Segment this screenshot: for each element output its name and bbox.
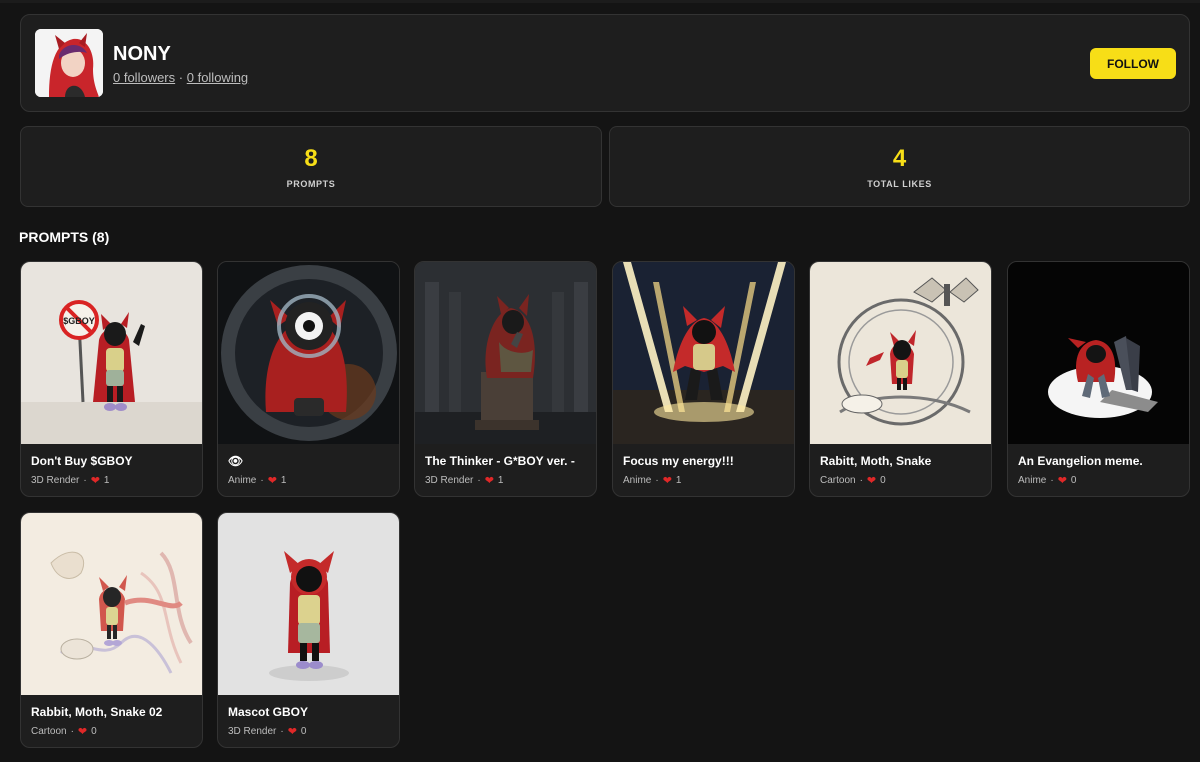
prompt-meta: Cartoon · ❤ 0 <box>31 725 97 738</box>
prompt-card[interactable]: 👁 Anime · ❤ 1 <box>217 261 400 497</box>
followers-link[interactable]: 0 followers <box>113 70 175 85</box>
prompt-meta: Anime · ❤ 0 <box>1018 474 1076 487</box>
heart-icon[interactable]: ❤ <box>268 474 277 487</box>
prompt-category: Anime <box>228 475 257 486</box>
prompt-card[interactable]: $GBOY Don't Buy $GBOY 3D Render · ❤ 1 <box>20 261 203 497</box>
prompt-category: Cartoon <box>31 726 67 737</box>
prompt-thumbnail[interactable] <box>1008 262 1189 444</box>
sign-text: $GBOY <box>63 316 95 326</box>
profile-header: NONY 0 followers · 0 following FOLLOW <box>20 14 1190 112</box>
prompt-thumbnail[interactable] <box>21 513 202 695</box>
prompt-meta: Anime · ❤ 1 <box>623 474 681 487</box>
like-count: 1 <box>103 475 110 486</box>
prompt-title[interactable]: Don't Buy $GBOY <box>31 454 196 468</box>
prompt-title[interactable]: 👁 <box>228 454 393 468</box>
like-count: 1 <box>497 475 504 486</box>
like-count: 0 <box>91 726 97 737</box>
avatar-image <box>35 29 103 97</box>
stat-value: 4 <box>892 145 907 172</box>
stat-value: 8 <box>304 145 318 172</box>
prompt-card[interactable]: Rabitt, Moth, Snake Cartoon · ❤ 0 <box>809 261 992 497</box>
section-title: PROMPTS (8) <box>19 229 110 245</box>
prompt-thumbnail[interactable] <box>415 262 596 444</box>
stat-card-prompts: 8 PROMPTS <box>20 126 602 207</box>
meta-separator: · <box>1050 475 1054 486</box>
meta-separator: · <box>655 475 659 486</box>
prompt-meta: 3D Render · ❤ 1 <box>425 474 503 487</box>
meta-separator: · <box>477 475 481 486</box>
avatar[interactable] <box>35 29 103 97</box>
prompt-category: 3D Render <box>425 475 474 486</box>
stat-card-total-likes: 4 TOTAL LIKES <box>609 126 1190 207</box>
prompt-thumbnail[interactable] <box>218 513 399 695</box>
heart-icon[interactable]: ❤ <box>485 474 494 487</box>
top-divider <box>0 0 1200 3</box>
prompt-card[interactable]: Mascot GBOY 3D Render · ❤ 0 <box>217 512 400 748</box>
profile-name: NONY <box>113 43 171 65</box>
follow-button[interactable]: FOLLOW <box>1090 48 1176 79</box>
like-count: 0 <box>880 475 886 486</box>
like-count: 0 <box>1070 475 1077 486</box>
prompt-card[interactable]: Rabbit, Moth, Snake 02 Cartoon · ❤ 0 <box>20 512 203 748</box>
meta-separator: · <box>260 475 264 486</box>
meta-separator: · <box>70 726 74 737</box>
heart-icon[interactable]: ❤ <box>867 474 876 487</box>
meta-separator: · <box>280 726 284 737</box>
prompt-category: Anime <box>1018 475 1047 486</box>
prompt-title[interactable]: Mascot GBOY <box>228 705 393 719</box>
heart-icon[interactable]: ❤ <box>78 725 87 738</box>
heart-icon[interactable]: ❤ <box>663 474 672 487</box>
prompt-meta: Cartoon · ❤ 0 <box>820 474 886 487</box>
stat-label: TOTAL LIKES <box>867 179 932 189</box>
like-count: 1 <box>280 475 287 486</box>
like-count: 0 <box>300 726 307 737</box>
prompt-category: Cartoon <box>820 475 856 486</box>
meta-separator: · <box>83 475 87 486</box>
prompt-thumbnail[interactable] <box>218 262 399 444</box>
following-link[interactable]: 0 following <box>187 70 248 85</box>
meta-separator: · <box>859 475 863 486</box>
prompt-card[interactable]: Focus my energy!!! Anime · ❤ 1 <box>612 261 795 497</box>
prompt-title[interactable]: Focus my energy!!! <box>623 454 788 468</box>
heart-icon[interactable]: ❤ <box>288 725 297 738</box>
like-count: 1 <box>675 475 682 486</box>
prompt-meta: 3D Render · ❤ 0 <box>228 725 306 738</box>
prompt-category: 3D Render <box>31 475 80 486</box>
stat-label: PROMPTS <box>286 179 336 189</box>
prompt-title[interactable]: An Evangelion meme. <box>1018 454 1183 468</box>
prompt-meta: 3D Render · ❤ 1 <box>31 474 109 487</box>
prompt-title[interactable]: The Thinker - G*BOY ver. - <box>425 454 590 468</box>
prompt-thumbnail[interactable] <box>810 262 991 444</box>
follow-separator: · <box>178 70 184 85</box>
prompt-title[interactable]: Rabitt, Moth, Snake <box>820 454 985 468</box>
prompt-card[interactable]: An Evangelion meme. Anime · ❤ 0 <box>1007 261 1190 497</box>
heart-icon[interactable]: ❤ <box>1058 474 1067 487</box>
prompt-title[interactable]: Rabbit, Moth, Snake 02 <box>31 705 196 719</box>
prompt-thumbnail[interactable]: $GBOY <box>21 262 202 444</box>
follow-stats: 0 followers · 0 following <box>113 70 248 85</box>
prompt-category: Anime <box>623 475 652 486</box>
prompt-thumbnail[interactable] <box>613 262 794 444</box>
heart-icon[interactable]: ❤ <box>91 474 100 487</box>
prompt-category: 3D Render <box>228 726 277 737</box>
prompt-meta: Anime · ❤ 1 <box>228 474 286 487</box>
prompt-card[interactable]: The Thinker - G*BOY ver. - 3D Render · ❤… <box>414 261 597 497</box>
